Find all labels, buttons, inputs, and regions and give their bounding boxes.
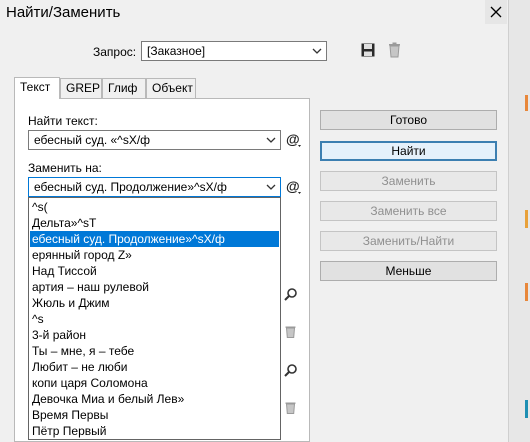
dropdown-option[interactable]: Жюль и Джим [30, 295, 279, 311]
replace-label: Заменить на: [28, 161, 102, 175]
dropdown-option[interactable]: ерянный город Z» [30, 247, 279, 263]
dropdown-option[interactable]: 3-й район [30, 327, 279, 343]
chevron-down-icon [266, 137, 276, 143]
dropdown-option[interactable]: Ты – мне, я – тебе [30, 343, 279, 359]
done-button[interactable]: Готово [320, 110, 497, 130]
dropdown-option[interactable]: Время Первы [30, 407, 279, 423]
query-label: Запрос: [93, 45, 137, 59]
search-options-button-2[interactable] [284, 363, 298, 380]
chevron-down-icon [312, 48, 322, 54]
find-label: Найти текст: [28, 114, 98, 128]
less-button[interactable]: Меньше [320, 261, 497, 281]
find-value: ебесный суд. «^sX/ф [34, 133, 151, 147]
chevron-down-icon [266, 184, 276, 190]
replace-all-button[interactable]: Заменить все [320, 201, 497, 221]
dropdown-option[interactable]: Девочка Миа и белый Лев» [30, 391, 279, 407]
search-icon [284, 364, 297, 377]
query-value: [Заказное] [147, 44, 206, 58]
search-options-button[interactable] [284, 287, 298, 304]
save-icon [361, 43, 375, 57]
replace-find-button[interactable]: Заменить/Найти [320, 231, 497, 251]
tab-text[interactable]: Текст [14, 77, 60, 99]
close-button[interactable] [485, 0, 507, 24]
dropdown-option[interactable]: Пётр Первый [30, 423, 279, 439]
delete-format-button-2[interactable] [285, 401, 296, 417]
tab-object[interactable]: Объект [146, 78, 196, 98]
background-app-strip [508, 0, 530, 442]
tab-glyph[interactable]: Глиф [102, 78, 146, 98]
dropdown-option[interactable]: копи царя Соломона [30, 375, 279, 391]
tab-grep[interactable]: GREP [60, 78, 102, 98]
trash-icon [285, 326, 296, 338]
dropdown-option[interactable]: ебесный суд. Продолжение»^sX/ф [30, 231, 279, 247]
find-input[interactable]: ебесный суд. «^sX/ф [28, 130, 281, 150]
search-icon [284, 288, 297, 301]
replace-history-dropdown: ^s(Дельта»^sT ебесный суд. Продолжение»^s… [28, 197, 281, 440]
replace-input[interactable]: ебесный суд. Продолжение»^sX/ф [28, 177, 281, 197]
dropdown-option[interactable]: Над Тиссой [30, 263, 279, 279]
replace-special-chars-button[interactable]: @ [286, 178, 302, 196]
trash-icon [389, 42, 400, 58]
at-icon: @ [286, 131, 301, 147]
delete-query-button[interactable] [388, 42, 402, 59]
svg-text:@: @ [286, 178, 300, 194]
dropdown-option[interactable]: Любит – не люби [30, 359, 279, 375]
save-query-button[interactable] [361, 43, 375, 59]
dropdown-option[interactable]: ^s [30, 311, 279, 327]
replace-value: ебесный суд. Продолжение»^sX/ф [34, 180, 227, 194]
find-button[interactable]: Найти [320, 141, 497, 161]
at-icon: @ [286, 178, 301, 194]
query-select[interactable]: [Заказное] [141, 41, 327, 61]
trash-icon [285, 402, 296, 414]
dropdown-option[interactable]: артия – наш рулевой [30, 279, 279, 295]
dropdown-option[interactable]: ^s( [30, 199, 279, 215]
dropdown-option[interactable]: Дельта»^sT [30, 215, 279, 231]
window-title: Найти/Заменить [6, 4, 121, 21]
close-icon [490, 6, 502, 18]
find-special-chars-button[interactable]: @ [286, 131, 302, 149]
replace-button[interactable]: Заменить [320, 171, 497, 191]
delete-format-button[interactable] [285, 325, 296, 341]
svg-text:@: @ [286, 131, 300, 147]
